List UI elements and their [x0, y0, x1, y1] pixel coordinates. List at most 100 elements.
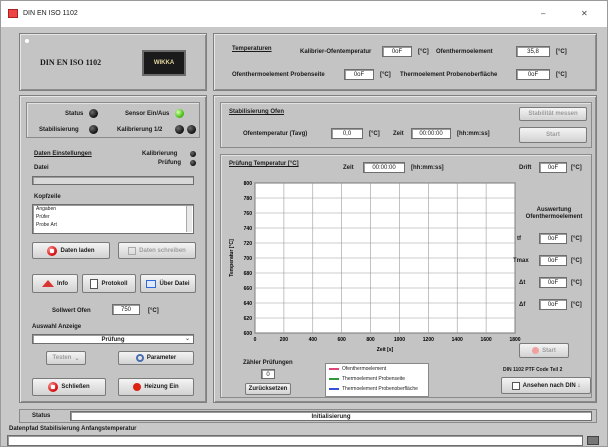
folder-icon[interactable]	[587, 436, 599, 445]
legend-label: Ofenthermoelement	[342, 366, 387, 372]
drift-label: Drift	[519, 165, 532, 171]
test-start-button[interactable]: Start	[519, 343, 569, 358]
kiln-temp-field: 0,0	[331, 128, 363, 139]
eval-field: 0oF	[539, 277, 567, 288]
stabilization-group: Stabilisierung Ofen Ofentemperatur (Tavg…	[220, 102, 592, 148]
status-bar-value: Initialisierung	[70, 411, 592, 421]
test-time-field: 00:00:00	[363, 162, 405, 173]
y-tick-label: 680	[244, 271, 253, 277]
parameters-button[interactable]: Parameter	[118, 351, 194, 365]
revision-text: DIN 1102 PTF Code Teil 2	[503, 367, 563, 373]
test-option: Prüfung	[158, 160, 181, 166]
protocol-button[interactable]: Protokoll	[82, 274, 136, 293]
display-select[interactable]: Prüfung ⌄	[32, 334, 194, 344]
stability-measure-label: Stabilität messen	[528, 111, 578, 117]
app-icon	[8, 9, 18, 18]
x-tick-label: 400	[309, 337, 318, 343]
close-button[interactable]: ✕	[581, 9, 588, 18]
temp-unit-furnace: [°C]	[556, 49, 567, 55]
test-count-label: Zähler Prüfungen	[243, 360, 293, 366]
eval-unit: [°C]	[571, 302, 582, 308]
legend-swatch	[329, 378, 339, 380]
header-lines-label: Kopfzeile	[34, 194, 61, 200]
y-axis-label: Temperatur [°C]	[229, 239, 235, 277]
legend-label: Thermoelement Probenseite	[342, 376, 406, 382]
stability-measure-button[interactable]: Stabilität messen	[519, 107, 587, 121]
kiln-temp-label: Ofentemperatur (Tavg)	[243, 131, 308, 137]
temp-label-specimen-side: Ofenthermoelement Probenseite	[232, 72, 325, 78]
scrollbar[interactable]	[186, 206, 192, 232]
test-option-radio[interactable]	[190, 160, 196, 166]
calibration-option-radio[interactable]	[190, 151, 196, 157]
data-path-field[interactable]	[7, 435, 583, 446]
transfer-button[interactable]: Ansehen nach DIN ↓	[501, 377, 591, 394]
stab-time-label: Zeit	[393, 131, 404, 137]
y-tick-label: 740	[244, 226, 253, 232]
stabilization-start-button[interactable]: Start	[519, 127, 587, 143]
heating-button[interactable]: Heizung Ein	[118, 378, 194, 396]
load-data-button[interactable]: Daten laden	[32, 242, 110, 259]
temp-unit-specimen-surface: [°C]	[556, 72, 567, 78]
temp-label-kiln: Kalibrier-Ofentemperatur	[300, 49, 372, 55]
heating-icon	[133, 383, 142, 391]
file-field[interactable]	[32, 176, 194, 185]
setpoint-label: Sollwert Ofen	[52, 308, 91, 314]
legend-swatch	[329, 368, 339, 370]
test-button[interactable]: Testen ⌄	[46, 351, 86, 365]
temperature-chart: 0 200 400 600 800 1000 1200 1400 1600 1800 600 620 6…	[229, 181, 521, 353]
reset-counter-button[interactable]: Zurücksetzen	[245, 383, 291, 395]
y-tick-label: 760	[244, 211, 253, 217]
header-lines-textarea[interactable]: Angaben Prüfer Probe Art	[32, 204, 194, 234]
calibration-led-1	[175, 125, 184, 134]
y-tick-label: 600	[244, 331, 253, 337]
application-window: DIN EN ISO 1102 – ✕ DIN EN ISO 1102 WIKK…	[0, 0, 608, 447]
eval-unit: [°C]	[571, 258, 582, 264]
sensor-label: Sensor Ein/Aus	[125, 111, 170, 117]
x-tick-label: 1600	[481, 337, 492, 343]
display-select-label: Auswahl Anzeige	[32, 324, 82, 330]
temp-value-furnace: 35,8	[516, 46, 550, 57]
evaluation-title: Auswertung Ofenthermoelement	[525, 207, 583, 220]
y-tick-label: 800	[244, 181, 253, 187]
sensor-led[interactable]	[175, 109, 184, 118]
legend-swatch	[329, 388, 339, 390]
eval-label: Tmax	[513, 258, 529, 264]
stabilize-led	[89, 125, 98, 134]
x-tick-label: 1400	[452, 337, 463, 343]
chevron-down-icon: ⌄	[74, 355, 80, 362]
test-start-label: Start	[542, 347, 556, 354]
title-bar: DIN EN ISO 1102 – ✕	[1, 1, 607, 27]
open-file-button[interactable]: Über Datei	[140, 274, 196, 293]
calibration-option: Kalibrierung	[142, 151, 178, 157]
close-app-label: Schließen	[61, 384, 90, 390]
minimize-button[interactable]: –	[541, 9, 545, 18]
reset-counter-label: Zurücksetzen	[248, 386, 288, 392]
setpoint-unit: [°C]	[148, 308, 159, 314]
test-count-field: 0	[261, 369, 275, 379]
close-app-button[interactable]: Schließen	[32, 378, 106, 396]
open-file-label: Über Datei	[159, 280, 190, 287]
logo: WIKKA	[142, 50, 186, 76]
info-label: Info	[57, 280, 68, 287]
stop-icon	[48, 382, 59, 392]
temp-label-specimen-surface: Thermoelement Probenoberfläche	[400, 72, 498, 78]
header-line: Probe Art	[36, 222, 57, 228]
window-icon	[146, 279, 157, 288]
eval-field: 0oF	[539, 255, 567, 266]
test-button-label: Testen	[52, 355, 72, 361]
load-icon	[47, 245, 58, 256]
calibration-label: Kalibrierung 1/2	[117, 127, 163, 133]
data-path-label: Datenpfad Stabilisierung Anfangstemperat…	[9, 426, 137, 432]
display-select-value: Prüfung	[101, 337, 125, 343]
standard-panel: DIN EN ISO 1102 WIKKA	[19, 33, 207, 91]
eval-label: Δt	[519, 280, 526, 286]
write-data-button[interactable]: Daten schreiben	[118, 242, 196, 259]
eval-field: 0oF	[539, 233, 567, 244]
parameters-label: Parameter	[146, 355, 177, 361]
heating-label: Heizung Ein	[144, 384, 179, 390]
setpoint-field[interactable]: 750	[112, 304, 140, 315]
window-title: DIN EN ISO 1102	[23, 10, 78, 17]
legend-item: Thermoelement Probenseite	[329, 376, 405, 382]
chevron-down-icon: ⌄	[184, 336, 190, 342]
info-button[interactable]: Info	[32, 274, 78, 293]
